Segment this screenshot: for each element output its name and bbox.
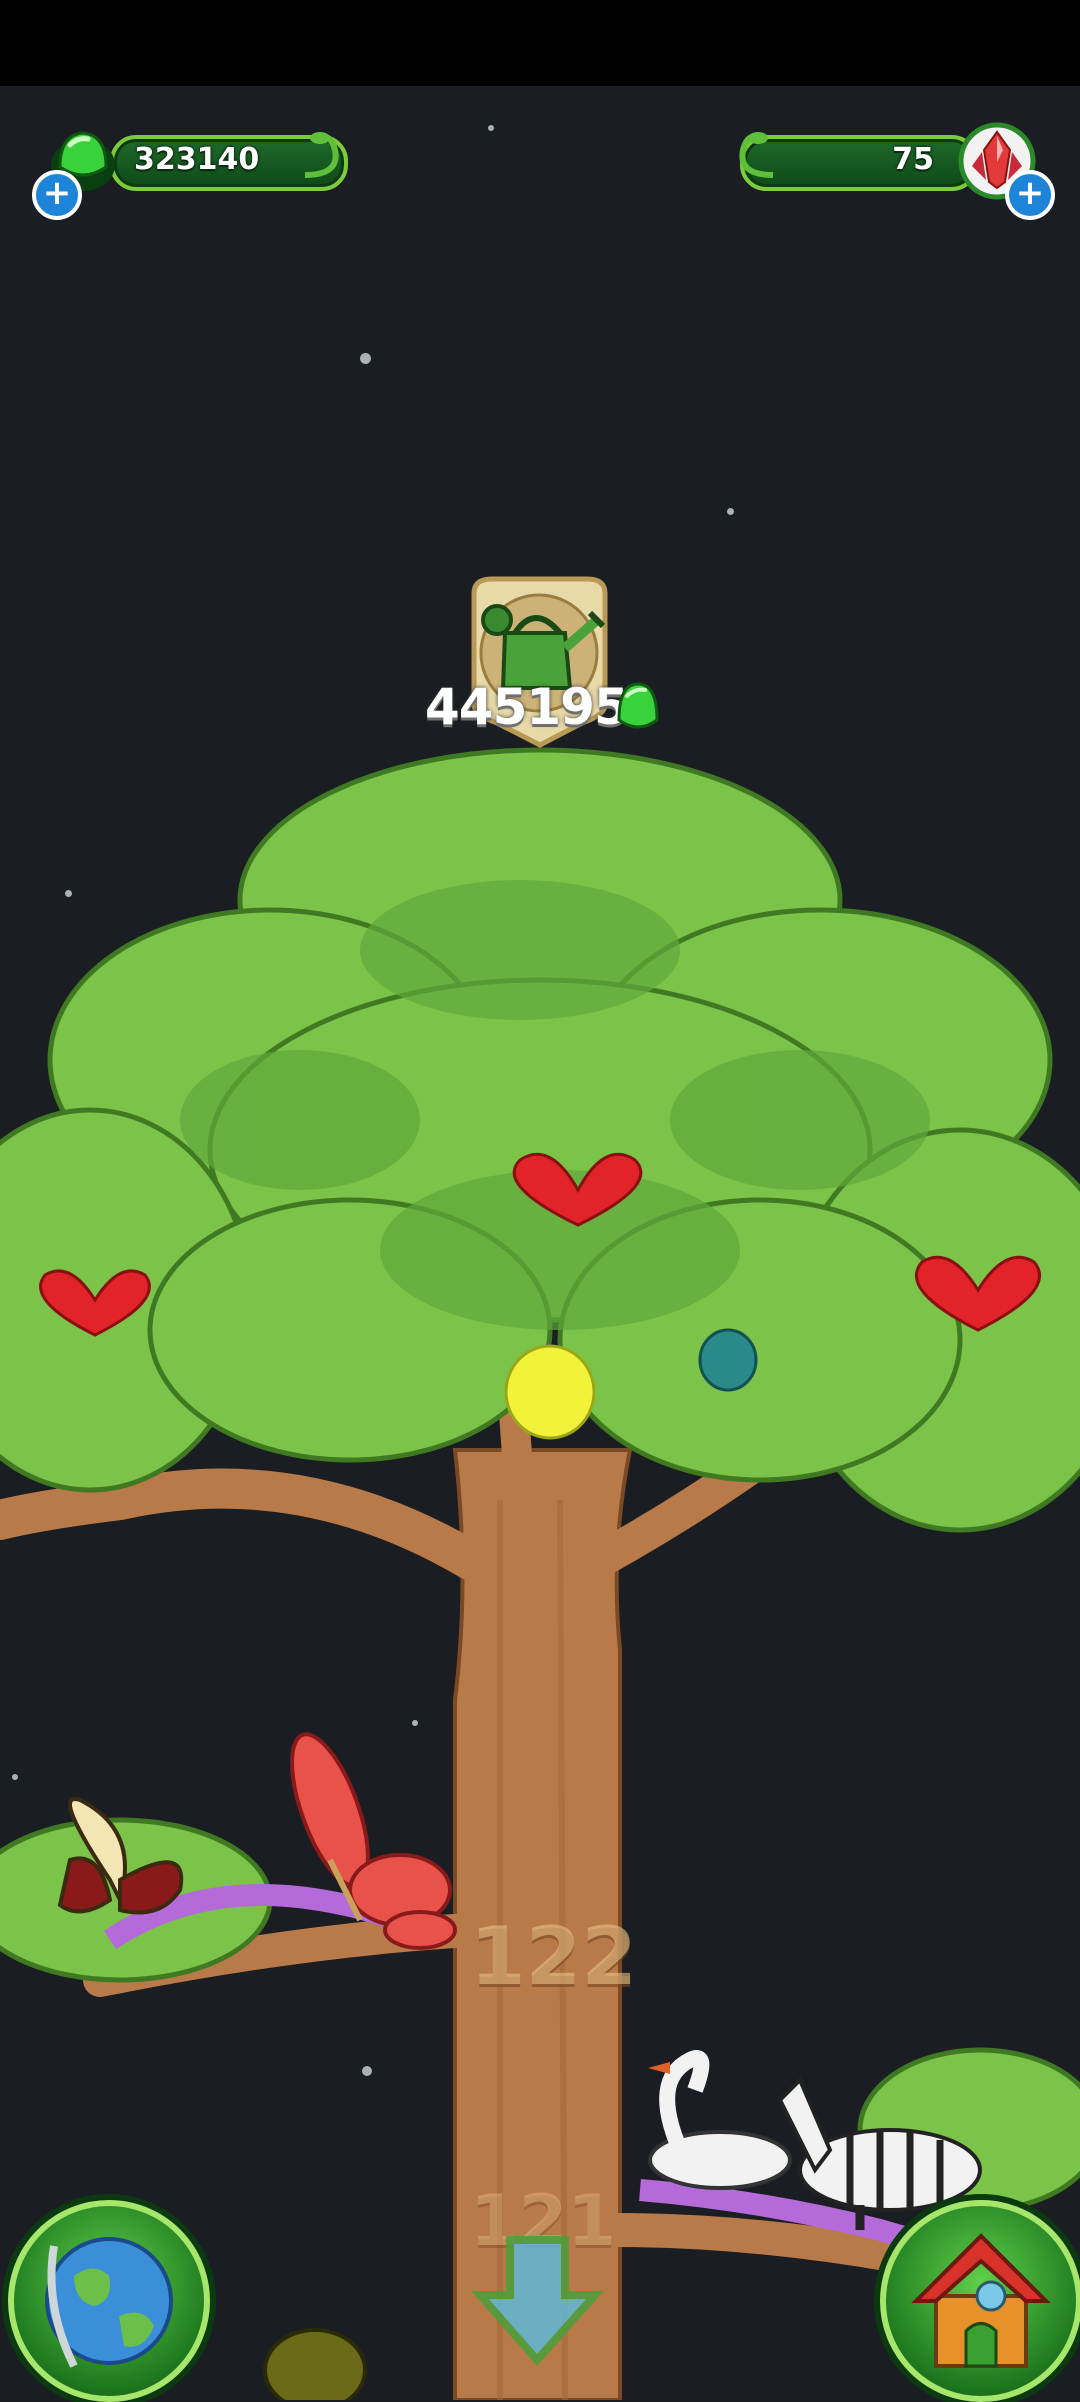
status-bar (0, 0, 1080, 86)
star (360, 353, 371, 364)
scroll-down-button[interactable] (470, 2235, 605, 2370)
swan (648, 2050, 792, 2190)
lobster (290, 1732, 457, 1950)
green-gem-icon (617, 682, 659, 729)
add-gems-button[interactable]: + (1005, 170, 1055, 220)
add-currency-button[interactable]: + (32, 170, 82, 220)
down-arrow-icon (471, 2236, 604, 2367)
star (488, 125, 494, 131)
globe-icon (45, 2237, 173, 2368)
world-map-button[interactable] (8, 2200, 210, 2402)
level-number: 122 (470, 1910, 637, 2003)
star (727, 508, 734, 515)
vine-icon (739, 132, 774, 178)
house-icon (911, 2233, 1051, 2368)
tree (0, 747, 1080, 2400)
currency-value: 323140 (134, 142, 260, 177)
vine-icon (304, 132, 339, 178)
gems-value: 75 (892, 142, 934, 177)
upgrade-cost: 445195 (425, 678, 629, 736)
home-button[interactable] (880, 2200, 1080, 2402)
